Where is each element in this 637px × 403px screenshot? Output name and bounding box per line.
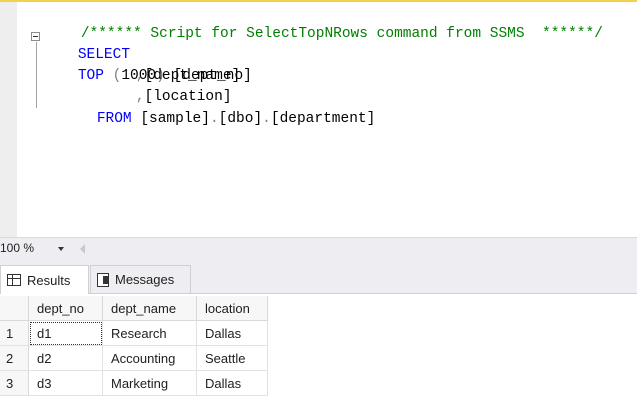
code-line-dept-name: ,[dept_name] [101, 45, 240, 84]
code-line-location: ,[location] [101, 66, 232, 105]
row-header-corner[interactable] [0, 296, 29, 321]
tab-results[interactable]: Results [0, 265, 89, 294]
keyword-top: TOP [77, 68, 104, 84]
grid-icon [7, 274, 21, 286]
results-grid-area: dept_no dept_name location 1 d1 Research… [0, 294, 637, 403]
dropdown-arrow-icon[interactable] [58, 247, 64, 251]
table-row: 3 d3 Marketing Dallas [0, 370, 268, 396]
row-number[interactable]: 1 [0, 320, 29, 346]
column-header-dept-no[interactable]: dept_no [28, 296, 103, 321]
cell-dept-no[interactable]: d2 [28, 345, 103, 371]
schema-name: [dbo] [218, 111, 263, 127]
code-line-from: FROM [sample].[dbo].[department] [62, 88, 375, 127]
cell-location[interactable]: Seattle [196, 345, 268, 371]
keyword-from: FROM [96, 111, 132, 127]
editor-gutter [0, 2, 17, 239]
table-row: 2 d2 Accounting Seattle [0, 345, 268, 371]
cell-location[interactable]: Dallas [196, 370, 268, 396]
cell-dept-name[interactable]: Marketing [102, 370, 197, 396]
zoom-level[interactable]: 100 % [0, 241, 34, 255]
results-grid: dept_no dept_name location 1 d1 Research… [0, 296, 268, 396]
cell-dept-name[interactable]: Accounting [102, 345, 197, 371]
cell-location[interactable]: Dallas [196, 320, 268, 346]
cell-dept-name[interactable]: Research [102, 320, 197, 346]
column-header-dept-name[interactable]: dept_name [102, 296, 197, 321]
cell-dept-no[interactable]: d1 [28, 320, 103, 346]
column-header-location[interactable]: location [196, 296, 268, 321]
cell-dept-no[interactable]: d3 [28, 370, 103, 396]
dot: . [262, 111, 271, 127]
dot: . [209, 111, 219, 127]
messages-icon [97, 272, 109, 287]
fold-guide-line [36, 42, 37, 108]
db-name: [sample] [131, 111, 210, 127]
scroll-left-icon[interactable] [80, 244, 85, 254]
row-number[interactable]: 3 [0, 370, 29, 396]
header-row: dept_no dept_name location [0, 296, 268, 321]
query-editor[interactable]: /****** Script for SelectTopNRows comman… [0, 0, 637, 239]
zoom-bar: 100 % [0, 237, 637, 259]
row-number[interactable]: 2 [0, 345, 29, 371]
tab-messages[interactable]: Messages [90, 265, 191, 293]
code-line-select: SELECT TOP (1000) [dept_no] [43, 24, 252, 84]
collapse-icon[interactable] [31, 32, 40, 41]
table-name: [department] [270, 111, 376, 127]
tab-messages-label: Messages [115, 272, 175, 287]
code-line-comment: /****** Script for SelectTopNRows comman… [46, 3, 603, 42]
tab-results-label: Results [27, 272, 71, 288]
table-row: 1 d1 Research Dallas [0, 320, 268, 346]
results-tab-strip: Results Messages [0, 259, 637, 294]
